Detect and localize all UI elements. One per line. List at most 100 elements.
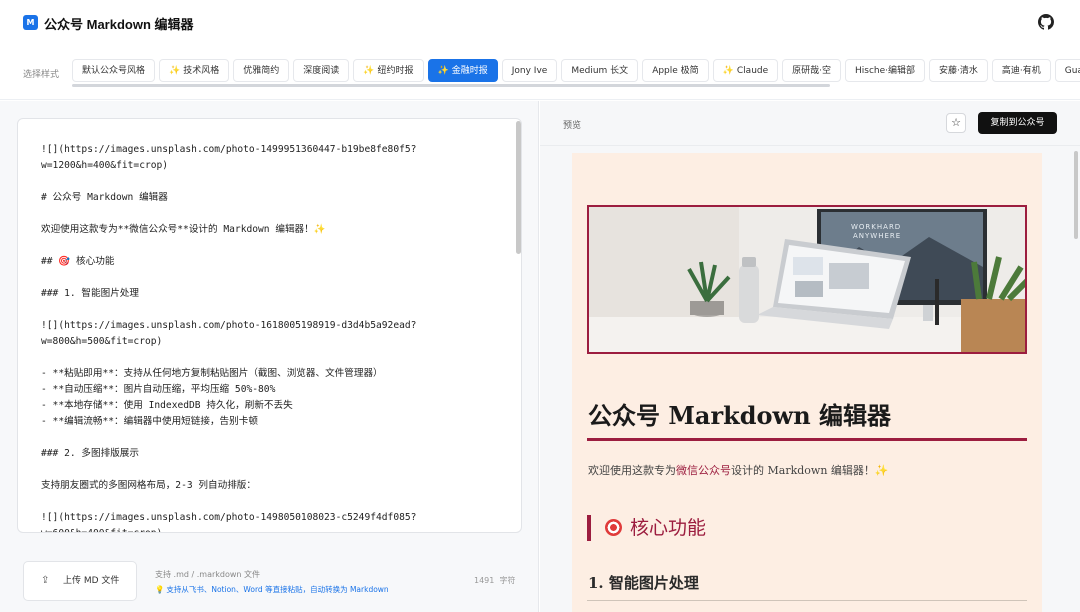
laptop-desk-photo: WORKHARD ANYWHERE <box>589 207 1025 352</box>
style-chip-label: 原研哉·空 <box>792 66 832 76</box>
editor-line: w=800&h=500&fit=crop) <box>41 336 163 347</box>
app-header: M 公众号 Markdown 编辑器 <box>0 0 1080 46</box>
style-chip[interactable]: ✨ Claude <box>712 59 779 82</box>
editor-panel: ![](https://images.unsplash.com/photo-14… <box>0 101 539 612</box>
upload-md-label: 上传 MD 文件 <box>63 576 120 586</box>
editor-line: ![](https://images.unsplash.com/photo-14… <box>41 144 417 155</box>
editor-line: - **自动压缩**：图片自动压缩，平均压缩 50%-80% <box>41 384 276 395</box>
paste-tip-text: 支持从飞书、Notion、Word 等直接粘贴，自动转换为 Markdown <box>166 585 389 594</box>
preview-article: WORKHARD ANYWHERE 公众号 Markdown 编辑器 欢迎使用这… <box>572 153 1042 612</box>
character-count: 1491 字符 <box>474 575 515 586</box>
style-chip[interactable]: 安藤·清水 <box>929 59 988 82</box>
hero-sign-line2: ANYWHERE <box>853 232 901 240</box>
style-chip[interactable]: Apple 极简 <box>642 59 709 82</box>
editor-line: ### 2. 多图排版展示 <box>41 448 139 459</box>
editor-line: 支持朋友圈式的多图网格布局，2-3 列自动排版： <box>41 480 256 491</box>
style-chip-label: 默认公众号风格 <box>82 66 146 76</box>
style-chip-label: Jony Ive <box>511 66 548 76</box>
markdown-editor[interactable]: ![](https://images.unsplash.com/photo-14… <box>17 118 522 533</box>
article-title: 公众号 Markdown 编辑器 <box>588 401 891 430</box>
style-chip[interactable]: Jony Ive <box>501 59 558 82</box>
character-count-unit: 字符 <box>499 576 516 585</box>
sparkle-icon: ✨ <box>722 66 734 76</box>
hero-image: WORKHARD ANYWHERE <box>587 205 1027 354</box>
sparkle-icon: ✨ <box>874 464 889 477</box>
style-chip-label: Hische·编辑部 <box>855 66 916 76</box>
style-chip[interactable]: 深度阅读 <box>293 59 350 82</box>
intro-highlight: 微信公众号 <box>676 464 731 477</box>
star-icon[interactable]: ☆ <box>946 113 966 133</box>
character-count-value: 1491 <box>474 576 495 585</box>
app-title: 公众号 Markdown 编辑器 <box>44 17 194 32</box>
hero-sign-line1: WORKHARD <box>851 223 901 231</box>
editor-content[interactable]: ![](https://images.unsplash.com/photo-14… <box>41 142 511 532</box>
style-chip[interactable]: ✨ 技术风格 <box>159 59 230 82</box>
preview-scrollbar[interactable] <box>1074 151 1078 239</box>
style-chip-label: Medium 长文 <box>571 66 629 76</box>
github-icon[interactable] <box>1038 14 1054 30</box>
app-logo: M <box>23 15 38 30</box>
editor-line: ![](https://images.unsplash.com/photo-16… <box>41 320 417 331</box>
style-chip[interactable]: Guardian <box>1054 59 1080 82</box>
paste-tip: 💡 支持从飞书、Notion、Word 等直接粘贴，自动转换为 Markdown <box>155 584 389 595</box>
style-chip-label: 深度阅读 <box>303 66 340 76</box>
sparkle-icon: ✨ <box>437 66 449 76</box>
style-chip-label: 纽约时报 <box>377 66 414 76</box>
style-selector: 选择样式 默认公众号风格 ✨ 技术风格 优雅简约 深度阅读 ✨ 纽约时报 ✨ 金融时报 Jony … <box>0 46 1080 100</box>
section-heading-text: 核心功能 <box>630 517 707 539</box>
editor-line: 欢迎使用这款专为**微信公众号**设计的 Markdown 编辑器！✨ <box>41 224 326 235</box>
style-chip[interactable]: 原研哉·空 <box>782 59 842 82</box>
title-underline <box>587 438 1027 441</box>
upload-icon: ⇪ <box>41 575 50 586</box>
editor-line: ![](https://images.unsplash.com/photo-14… <box>41 512 417 523</box>
editor-line: # 公众号 Markdown 编辑器 <box>41 192 168 203</box>
editor-line: - **编辑流畅**：编辑器中使用短链接，告别卡顿 <box>41 416 258 427</box>
style-chip[interactable]: 高迪·有机 <box>991 59 1051 82</box>
style-chip[interactable]: 默认公众号风格 <box>72 59 156 82</box>
preview-panel: 预览 ☆ 复制到公众号 WORKHARD ANYWHERE 公众号 Markdo… <box>540 101 1080 612</box>
lightbulb-icon: 💡 <box>155 585 165 594</box>
style-chip-label: Claude <box>736 66 769 76</box>
style-chip[interactable]: ✨ 纽约时报 <box>353 59 424 82</box>
editor-line: w=600&h=400&fit=crop) <box>41 526 511 532</box>
article-intro: 欢迎使用这款专为微信公众号设计的 Markdown 编辑器！✨ <box>588 462 889 478</box>
style-chip-label: Apple 极简 <box>652 66 699 76</box>
editor-line: ### 1. 智能图片处理 <box>41 288 139 299</box>
horizontal-scrollbar[interactable] <box>72 84 830 87</box>
style-chip-label: Guardian <box>1064 66 1080 76</box>
supported-formats-text: 支持 .md / .markdown 文件 <box>155 570 261 579</box>
upload-md-button[interactable]: ⇪ 上传 MD 文件 <box>23 561 137 601</box>
editor-line: w=1200&h=400&fit=crop) <box>41 160 169 171</box>
style-chip-label: 金融时报 <box>451 66 488 76</box>
style-chip-list: 默认公众号风格 ✨ 技术风格 优雅简约 深度阅读 ✨ 纽约时报 ✨ 金融时报 Jony Ive Me… <box>72 59 1080 87</box>
preview-toolbar: 预览 ☆ 复制到公众号 <box>540 101 1080 146</box>
sparkle-icon: ✨ <box>169 66 181 76</box>
editor-scrollbar[interactable] <box>516 121 521 254</box>
intro-text-after: 设计的 Markdown 编辑器！ <box>731 464 875 477</box>
style-chip[interactable]: Medium 长文 <box>561 59 639 82</box>
editor-line: - **粘贴即用**：支持从任何地方复制粘贴图片（截图、浏览器、文件管理器） <box>41 368 383 379</box>
section-heading: 核心功能 <box>587 515 706 541</box>
subsection-underline <box>587 600 1027 601</box>
target-icon <box>605 519 622 536</box>
style-chip-label: 技术风格 <box>183 66 220 76</box>
sparkle-icon: ✨ <box>363 66 375 76</box>
preview-label: 预览 <box>563 121 582 131</box>
editor-line: ## 🎯 核心功能 <box>41 256 115 267</box>
style-chip-label: 安藤·清水 <box>939 66 978 76</box>
style-chip[interactable]: 优雅简约 <box>233 59 290 82</box>
subsection-heading: 1. 智能图片处理 <box>588 574 699 592</box>
style-chip[interactable]: ✨ 金融时报 <box>427 59 498 82</box>
intro-text-before: 欢迎使用这款专为 <box>588 464 676 477</box>
style-chip[interactable]: Hische·编辑部 <box>845 59 926 82</box>
copy-to-wechat-button[interactable]: 复制到公众号 <box>978 112 1057 134</box>
